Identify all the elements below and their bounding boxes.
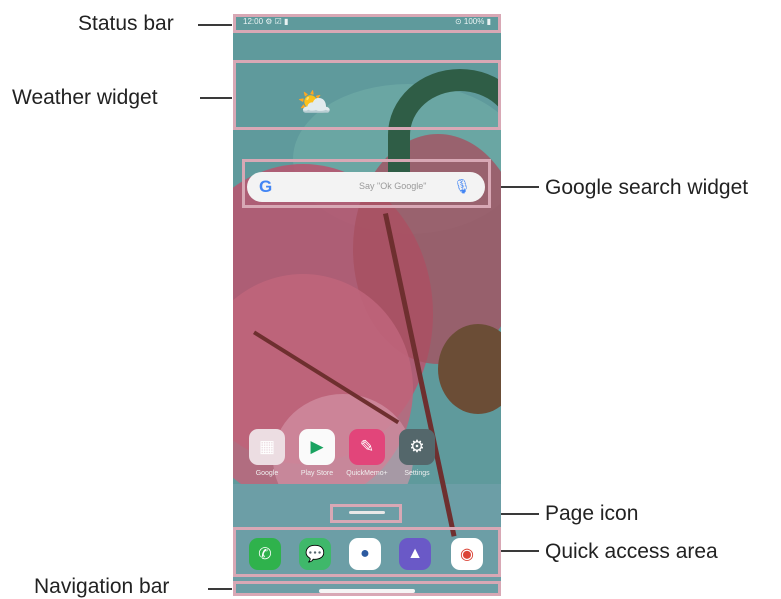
- status-bar-label: Status bar: [78, 12, 174, 35]
- app-caption: QuickMemo+: [346, 470, 388, 477]
- status-bar-leader: [198, 24, 232, 26]
- page-icon-label: Page icon: [545, 502, 639, 525]
- weather-widget-highlight: [233, 60, 501, 130]
- navigation-bar-label: Navigation bar: [34, 575, 170, 598]
- app-caption: Play Store: [300, 470, 334, 477]
- app-settings[interactable]: ⚙: [399, 429, 435, 465]
- navigation-bar-leader: [208, 588, 232, 590]
- quick-access-leader: [500, 550, 539, 552]
- quick-access-area-label: Quick access area: [545, 540, 718, 563]
- weather-widget-label: Weather widget: [12, 86, 158, 109]
- status-bar-highlight: [233, 14, 501, 33]
- google-search-widget-label: Google search widget: [545, 176, 749, 199]
- quick-access-highlight: [233, 527, 501, 577]
- app-play-store[interactable]: ▶: [299, 429, 335, 465]
- app-google-folder[interactable]: ▦: [249, 429, 285, 465]
- app-caption: Settings: [404, 470, 430, 477]
- page-icon-highlight: [330, 504, 402, 523]
- phone-screen: 12:00 ⚙ ☑ ▮ ⊙ 100% ▮ ⛅ G Say "Ok Google"…: [233, 14, 501, 596]
- weather-widget-leader: [200, 97, 232, 99]
- app-quickmemo[interactable]: ✎: [349, 429, 385, 465]
- google-search-highlight: [242, 159, 491, 208]
- app-caption: Google: [255, 470, 279, 477]
- navigation-bar-highlight: [233, 581, 501, 596]
